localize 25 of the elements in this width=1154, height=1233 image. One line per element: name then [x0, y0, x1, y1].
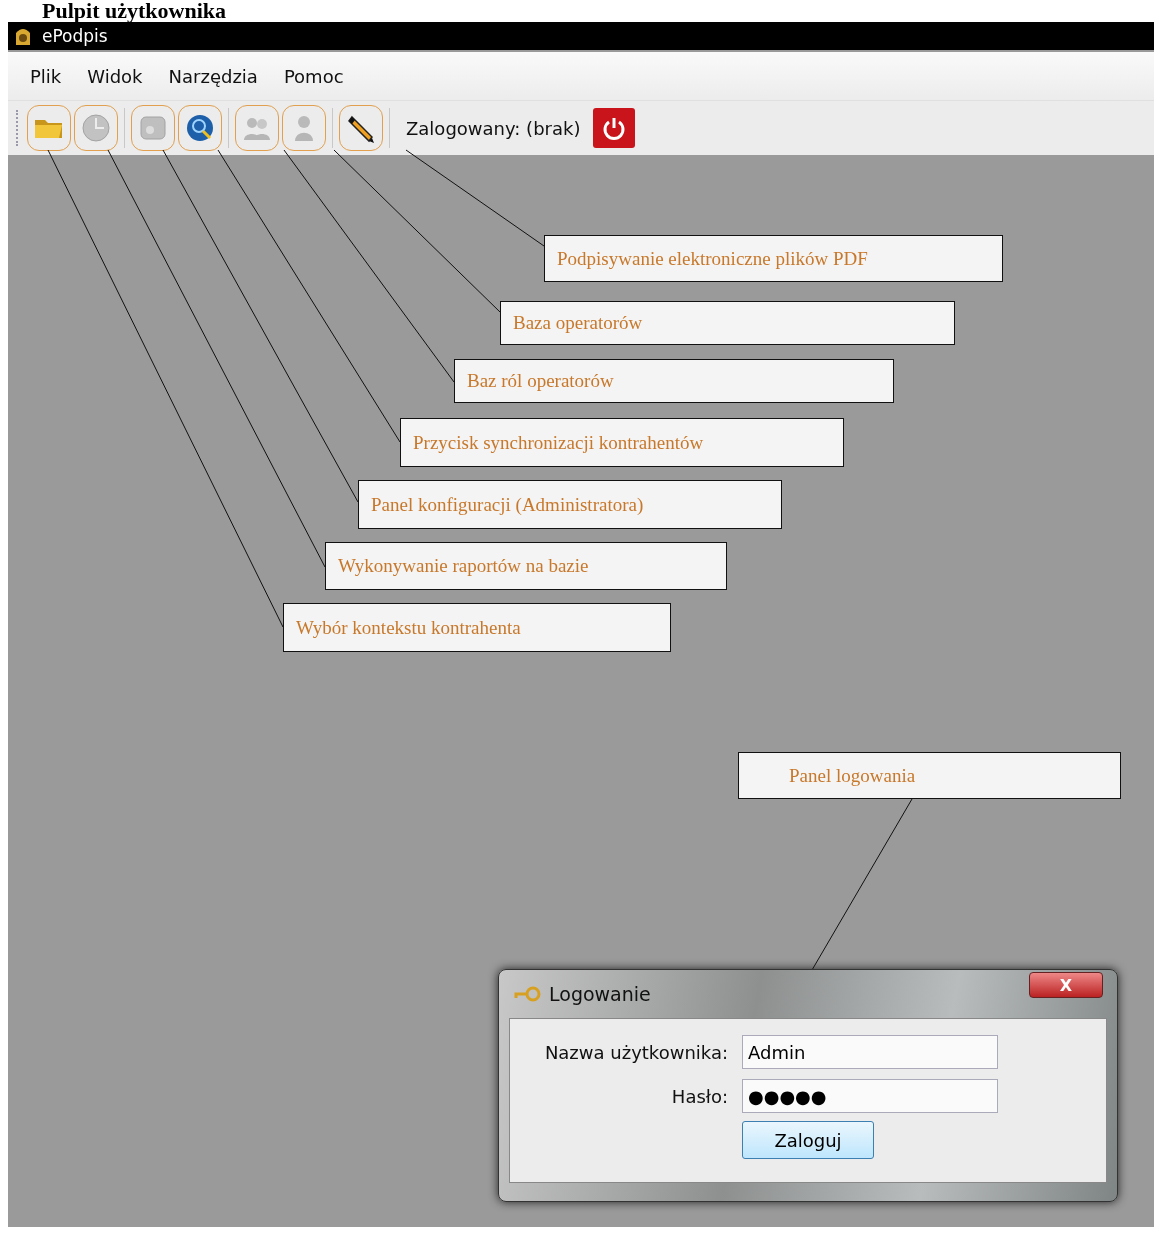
callout-label: Panel konfiguracji (Administratora) — [358, 480, 782, 529]
close-button[interactable]: X — [1029, 972, 1103, 998]
callout-label: Wykonywanie raportów na bazie — [325, 542, 727, 590]
input-field[interactable]: ●●●●● — [742, 1079, 998, 1113]
menu-item[interactable]: Plik — [24, 63, 68, 89]
dialog-title: Logowanie — [549, 983, 651, 1005]
menu-item[interactable]: Narzędzia — [162, 63, 264, 89]
menu-item[interactable]: Widok — [81, 63, 149, 89]
callout-label: Baza operatorów — [500, 301, 955, 345]
callout-label: Baz ról operatorów — [454, 359, 894, 403]
callout-label: Panel logowania — [738, 752, 1121, 799]
input-field[interactable]: Admin — [742, 1035, 998, 1069]
login-button[interactable]: Zaloguj — [742, 1121, 874, 1159]
window-title: ePodpis — [42, 26, 108, 46]
login-status: Zalogowany: (brak) — [406, 117, 581, 139]
page-heading: Pulpit użytkownika — [41, 0, 227, 22]
toolbar-button[interactable] — [339, 105, 383, 151]
field-label: Hasło: — [670, 1085, 728, 1107]
field-label: Nazwa użytkownika: — [543, 1041, 728, 1063]
callout-label: Wybór kontekstu kontrahenta — [283, 603, 671, 652]
power-button[interactable] — [593, 108, 636, 148]
callout-label: Podpisywanie elektroniczne plików PDF — [544, 235, 1003, 282]
callout-label: Przycisk synchronizacji kontrahentów — [400, 418, 844, 467]
key-icon — [513, 986, 541, 1002]
menu-item[interactable]: Pomoc — [277, 63, 350, 89]
